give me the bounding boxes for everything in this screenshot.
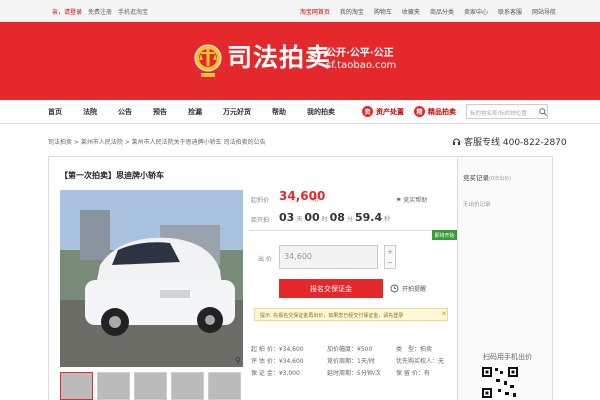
- banner-url: sf.taobao.com: [326, 60, 397, 71]
- asset-icon: 资: [362, 106, 373, 117]
- bid-label: 出 价: [258, 256, 272, 263]
- bid-input[interactable]: 34,600: [279, 245, 378, 269]
- price-unit: 元: [312, 196, 319, 203]
- hotline-text: 客服专线 400-822-2870: [464, 138, 567, 148]
- divider: [249, 230, 457, 231]
- thumbnail[interactable]: [134, 372, 167, 400]
- asset-disposal-link[interactable]: 资 资产处置: [362, 106, 404, 117]
- countdown: 03 天 00 时 08 分 59.4 秒: [279, 211, 391, 224]
- my-taobao-link[interactable]: 我的淘宝: [340, 7, 364, 16]
- start-price-label: 起拍价: [251, 197, 270, 204]
- bid-stepper[interactable]: + −: [384, 245, 396, 269]
- boutique-label: 精品拍卖: [428, 107, 456, 116]
- search-input[interactable]: 标的物名称/标的物位置: [466, 104, 548, 119]
- start-price: 34,600: [279, 189, 326, 203]
- item-title: 【第一次拍卖】思迪牌小轿车: [60, 171, 164, 180]
- cart-link[interactable]: 购物车: [374, 7, 392, 16]
- remind-button[interactable]: 开拍提醒: [390, 284, 426, 293]
- pay-deposit-button[interactable]: 报名交保证金: [279, 279, 383, 298]
- thumbnail-strip: [60, 372, 241, 400]
- car-photo[interactable]: [60, 190, 243, 367]
- favorites-link[interactable]: 收藏夹: [402, 7, 420, 16]
- search-button[interactable]: [537, 104, 548, 119]
- search-icon: [538, 107, 547, 116]
- nav-bargain[interactable]: 捡漏: [188, 107, 202, 117]
- nav-notice[interactable]: 公告: [118, 107, 132, 117]
- bid-record-empty: 无出价记录: [463, 202, 491, 208]
- countdown-label: 距开拍: [251, 217, 270, 224]
- thumbnail[interactable]: [208, 372, 241, 400]
- top-bar: 亲，请登录 免费注册 手机逛淘宝 淘宝网首页 我的淘宝 购物车 收藏夹 商品分类…: [0, 0, 600, 22]
- bid-record-title: 竞买记录(0次出价): [463, 174, 512, 182]
- taobao-home-link[interactable]: 淘宝网首页: [300, 7, 330, 16]
- mobile-link[interactable]: 手机逛淘宝: [118, 7, 148, 16]
- site-nav-link[interactable]: 网站导航: [532, 7, 556, 16]
- nav-court[interactable]: 法院: [83, 107, 97, 117]
- bid-record-panel: [458, 156, 553, 400]
- headset-icon: [453, 138, 460, 145]
- zoom-icon[interactable]: ⚲: [235, 356, 241, 365]
- boutique-icon: 精: [414, 106, 425, 117]
- breadcrumb[interactable]: 司法拍卖 > 莱州市人民法院 > 莱州市人民法院关于思迪牌小轿车 司法拍卖的公告: [48, 137, 266, 146]
- nav-preview[interactable]: 预告: [153, 107, 167, 117]
- nav-home[interactable]: 首页: [48, 107, 62, 117]
- customer-service-link[interactable]: 联系客服: [498, 7, 522, 16]
- deposit-tip: 提示: 先报名交保证金再出价，如果您已经交付保证金，请先登录: [254, 308, 448, 321]
- nav-goods[interactable]: 万元好货: [223, 107, 251, 117]
- thumbnail[interactable]: [171, 372, 204, 400]
- status-badge: 即将开始: [432, 230, 457, 240]
- minus-icon[interactable]: −: [387, 259, 393, 267]
- hotline: 客服专线 400-822-2870: [452, 135, 567, 148]
- boutique-auction-link[interactable]: 精 精品拍卖: [414, 106, 456, 117]
- close-icon[interactable]: ✕: [441, 310, 447, 318]
- login-link[interactable]: 亲，请登录: [52, 7, 82, 16]
- banner-title: 司法拍卖: [227, 43, 332, 72]
- register-link[interactable]: 免费注册: [88, 7, 112, 16]
- nav-help[interactable]: 帮助: [272, 107, 286, 117]
- categories-link[interactable]: 商品分类: [430, 7, 454, 16]
- court-emblem-icon: [194, 44, 222, 77]
- info-col-2: 加价幅度：¥500 竞价周期：1天/时 延时周期：5分钟/次: [327, 346, 381, 377]
- thumbnail[interactable]: [60, 372, 93, 400]
- banner-slogan: 公开·公平·公正: [326, 48, 394, 59]
- thumbnail[interactable]: [97, 372, 130, 400]
- nav-my-auction[interactable]: 我的拍卖: [307, 107, 335, 117]
- qr-code-icon[interactable]: [480, 365, 520, 400]
- info-col-3: 类 型：拍卖 优先购买权人：无保 留 价：有: [396, 346, 445, 377]
- alarm-icon: [390, 284, 399, 293]
- plus-icon[interactable]: +: [387, 248, 393, 256]
- seller-center-link[interactable]: 卖家中心: [464, 7, 488, 16]
- asset-label: 资产处置: [376, 107, 404, 116]
- info-col-1: 起 拍 价：¥34,600 评 估 价：¥34,600 保 证 金：¥3,000: [251, 346, 304, 377]
- bid-help-link[interactable]: ⚑ 竞买帮助: [396, 195, 427, 204]
- qr-label: 扫码用手机出价: [483, 353, 532, 361]
